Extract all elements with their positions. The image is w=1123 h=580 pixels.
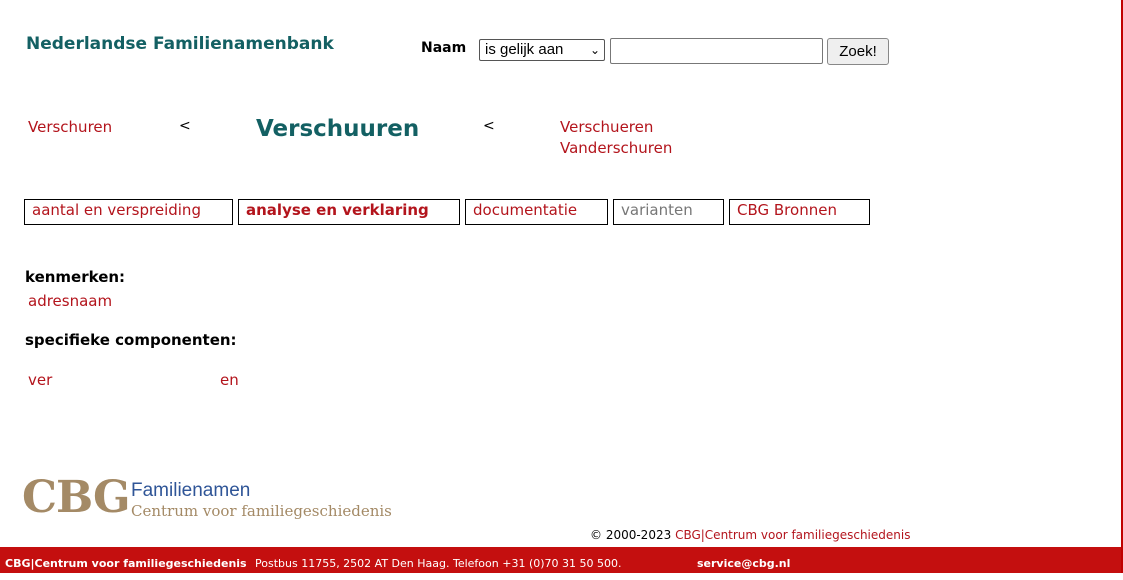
next-name-link-1[interactable]: Verschueren [560, 118, 653, 136]
footer-email-link[interactable]: service@cbg.nl [697, 547, 790, 580]
tab-cbg-bronnen[interactable]: CBG Bronnen [729, 199, 870, 225]
chevron-down-icon: ⌄ [589, 43, 600, 57]
tab-varianten: varianten [613, 199, 724, 225]
tab-documentatie[interactable]: documentatie [465, 199, 608, 225]
kenmerken-heading: kenmerken: [25, 268, 126, 286]
footer-org: CBG|Centrum voor familiegeschiedenis [5, 557, 247, 570]
component-item-ver[interactable]: ver [28, 371, 52, 389]
copyright-link[interactable]: CBG|Centrum voor familiegeschiedenis [675, 528, 910, 542]
search-button[interactable]: Zoek! [827, 38, 889, 65]
componenten-heading: specifieke componenten: [25, 331, 237, 349]
next-name-link-2[interactable]: Vanderschuren [560, 139, 672, 157]
logo-title: Familienamen [131, 480, 251, 501]
search-label: Naam [421, 40, 467, 56]
kenmerk-item[interactable]: adresnaam [28, 292, 112, 310]
footer-bar: CBG|Centrum voor familiegeschiedenis Pos… [0, 547, 1121, 573]
nav-arrow-left: < [179, 118, 191, 134]
logo-mark: CBG [22, 472, 131, 523]
site-title[interactable]: Nederlandse Familienamenbank [26, 34, 334, 54]
footer-address: Postbus 11755, 2502 AT Den Haag. Telefoo… [255, 557, 622, 570]
current-name-title: Verschuuren [256, 116, 420, 142]
previous-name-link[interactable]: Verschuren [28, 118, 112, 136]
match-mode-select[interactable]: is gelijk aan ⌄ [479, 39, 605, 61]
tab-analyse-en-verklaring[interactable]: analyse en verklaring [238, 199, 460, 225]
nav-arrow-right: < [483, 118, 495, 134]
name-search-input[interactable] [610, 38, 823, 64]
component-item-en[interactable]: en [220, 371, 239, 389]
copyright-prefix: © 2000-2023 [590, 528, 672, 542]
copyright: © 2000-2023 CBG|Centrum voor familiegesc… [590, 528, 910, 542]
logo-subtitle: Centrum voor familiegeschiedenis [131, 502, 392, 520]
tab-aantal-en-verspreiding[interactable]: aantal en verspreiding [24, 199, 233, 225]
match-mode-value: is gelijk aan [485, 41, 564, 58]
